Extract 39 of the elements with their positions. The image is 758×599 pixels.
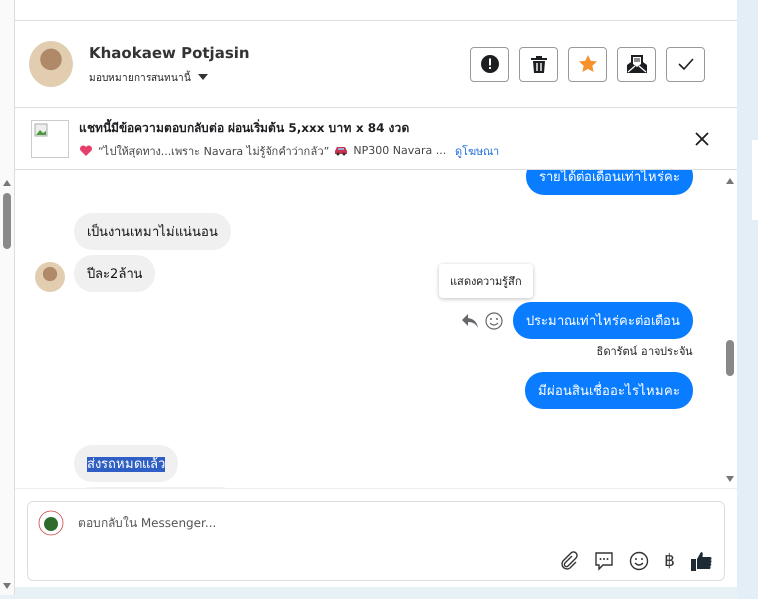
check-button[interactable] (666, 46, 705, 82)
trash-button[interactable] (519, 46, 558, 82)
avatar (29, 41, 73, 87)
attachment-icon[interactable] (559, 551, 580, 571)
message-bubble: มีผ่อนสินเชื่ออะไรไหมคะ (525, 372, 693, 409)
scrollbar-thumb[interactable] (3, 193, 11, 249)
ad-title: แชทนี้มีข้อความตอบกลับต่อ ผ่อนเริ่มต้น 5,xxx บาท x 84 งวด (79, 118, 411, 136)
tooltip: แสดงความรู้สึก (439, 264, 533, 298)
view-ad-link[interactable]: ดูโฆษณา (455, 142, 500, 160)
trash-icon (530, 54, 548, 74)
emoji-icon[interactable] (485, 312, 503, 330)
message-bubble: เป็นงานเหมาไม่แน่นอน (74, 213, 231, 250)
ad-subtitle: “ไปให้สุดทาง...เพราะ Navara ไม่รู้จักคำว่ากลัว” (98, 144, 330, 160)
emoji-icon[interactable] (629, 551, 650, 571)
sender-name: ธิดารัตน์ อาจประจัน (596, 344, 693, 360)
star-icon (578, 54, 598, 74)
heart-icon (79, 144, 93, 156)
broken-image-icon (31, 120, 69, 158)
reply-icon[interactable] (461, 312, 479, 328)
message-bubble: ส่งรถหมดแล้ว (74, 445, 178, 482)
message-bubble: ประมาณเท่าไหร่คะต่อเดือน (513, 302, 693, 339)
page-logo-icon (38, 510, 64, 536)
contact-name: Khaokaew Potjasin (89, 44, 251, 62)
close-icon[interactable] (695, 132, 709, 146)
payment-button[interactable]: ฿ (664, 551, 675, 571)
message-bubble: ปีละ2ล้าน (74, 255, 156, 292)
ad-subtitle: NP300 Navara ... (353, 144, 446, 157)
scrollbar-thumb[interactable] (726, 340, 734, 376)
thumbs-up-icon[interactable] (690, 550, 712, 572)
car-icon (334, 146, 348, 156)
assign-dropdown[interactable]: มอบหมายการสนทนานี้ (89, 70, 209, 84)
alert-button[interactable] (470, 46, 509, 82)
caret-icon[interactable] (197, 73, 209, 81)
checkmark-icon (676, 57, 694, 71)
envelope-icon (626, 54, 646, 74)
star-button[interactable] (568, 46, 607, 82)
chat-bubble-icon[interactable] (594, 551, 614, 571)
mail-button[interactable] (617, 46, 656, 82)
alert-icon (480, 54, 500, 74)
